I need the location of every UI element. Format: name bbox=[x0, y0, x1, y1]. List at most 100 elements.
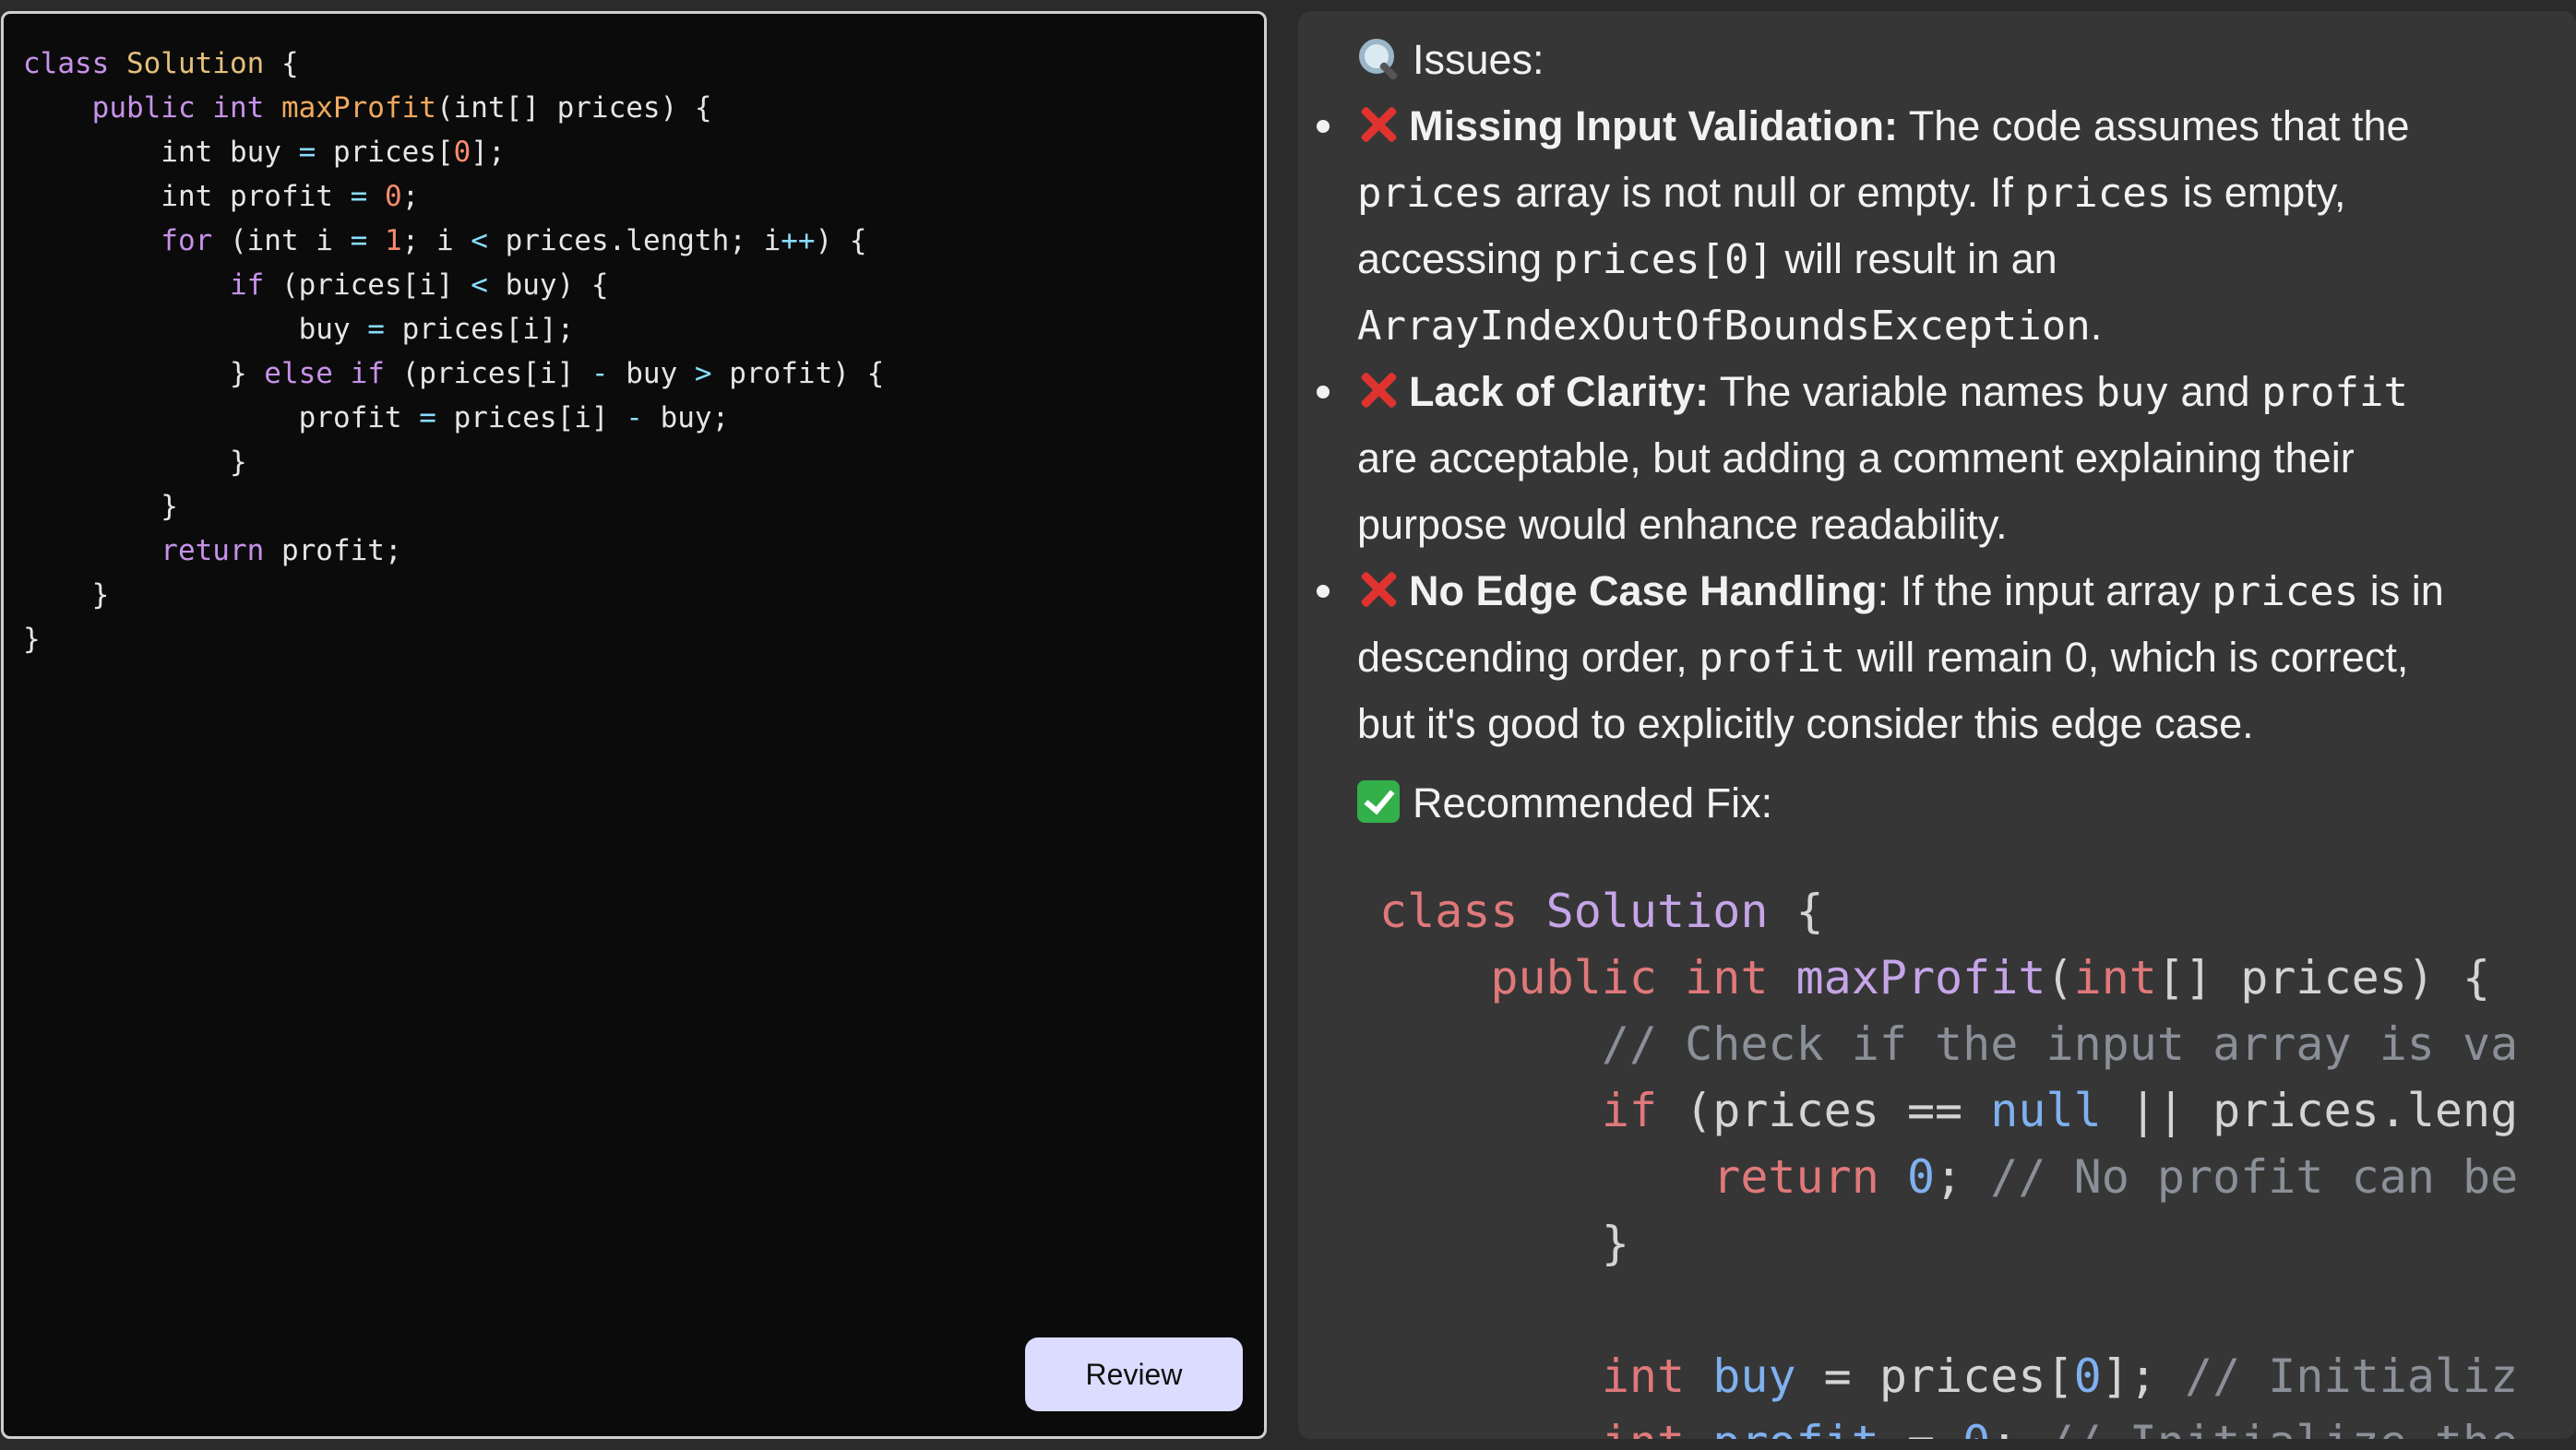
code-token: buy bbox=[608, 357, 695, 390]
code-editor-panel[interactable]: class Solution { public int maxProfit(in… bbox=[1, 11, 1267, 1439]
code-token: class bbox=[23, 47, 126, 80]
fix-code-token: maxProfit bbox=[1795, 951, 2046, 1004]
code-line: buy = prices[i]; bbox=[23, 307, 884, 351]
code-token: public int bbox=[23, 91, 281, 125]
code-line: int buy = prices[0]; bbox=[23, 130, 884, 174]
code-line: class Solution { bbox=[23, 42, 884, 86]
code-token: prices[ bbox=[316, 136, 454, 169]
issue-text-line: purpose would enhance readability. bbox=[1357, 492, 2008, 558]
fix-code-token: // No profit can be m bbox=[1990, 1150, 2517, 1204]
code-token: (int[] prices) { bbox=[435, 91, 712, 125]
code-line: } bbox=[23, 440, 884, 484]
inline-code: profit bbox=[1699, 635, 1846, 682]
issue-text-line: descending order, profit will remain 0, … bbox=[1357, 624, 2408, 692]
magnifier-icon bbox=[1357, 37, 1400, 79]
issue-text: is in bbox=[2358, 567, 2444, 614]
inline-code: prices[0] bbox=[1553, 236, 1774, 283]
code-line: profit = prices[i] - buy; bbox=[23, 396, 884, 440]
fix-code-token: profit bbox=[1712, 1416, 1879, 1439]
code-token: return bbox=[23, 534, 265, 567]
code-token: { bbox=[264, 47, 299, 80]
fix-code-token: // Initialize the m bbox=[2046, 1416, 2518, 1439]
issue-text-line: accessing prices[0] will result in an bbox=[1357, 226, 2057, 293]
issue-text-line: Missing Input Validation: The code assum… bbox=[1357, 93, 2410, 160]
issue-title: No Edge Case Handling bbox=[1409, 567, 1878, 614]
recommended-fix-label: Recommended Fix: bbox=[1413, 779, 1773, 826]
code-token: int buy bbox=[23, 136, 299, 169]
code-line: if (prices[i] < buy) { bbox=[23, 263, 884, 307]
code-token: for bbox=[23, 224, 213, 257]
fix-code-token: buy bbox=[1712, 1349, 1796, 1403]
inline-code: prices bbox=[1357, 170, 1504, 217]
code-token: buy bbox=[23, 313, 368, 346]
code-token: (prices[i] bbox=[384, 357, 591, 390]
bullet-dot bbox=[1317, 120, 1330, 133]
code-token: int profit bbox=[23, 180, 351, 213]
code-token: - bbox=[626, 401, 643, 434]
issue-text: and bbox=[2168, 368, 2262, 415]
code-token: - bbox=[590, 357, 609, 390]
fix-code-token: || prices.length bbox=[2129, 1084, 2517, 1137]
code-token: buy) { bbox=[487, 268, 609, 302]
issue-text: are acceptable, but adding a comment exp… bbox=[1357, 434, 2355, 481]
issue-text-line: are acceptable, but adding a comment exp… bbox=[1357, 425, 2355, 492]
fix-code-token: 0 bbox=[2073, 1349, 2102, 1403]
issue-text: The code assumes that the bbox=[1898, 102, 2410, 149]
code-token: if bbox=[23, 268, 265, 302]
code-line: int profit = 0; bbox=[23, 174, 884, 219]
inline-code: buy bbox=[2095, 369, 2169, 416]
code-token: } bbox=[23, 446, 247, 479]
fix-code-line: return 0; // No profit can be m bbox=[1379, 1144, 2517, 1210]
fix-code-line: } bbox=[1379, 1210, 2517, 1277]
code-editor[interactable]: class Solution { public int maxProfit(in… bbox=[23, 42, 884, 661]
code-token: prices[i] bbox=[435, 401, 626, 434]
code-token: < bbox=[471, 224, 488, 257]
fix-code-token: class bbox=[1379, 885, 1546, 938]
issue-text-line: No Edge Case Handling: If the input arra… bbox=[1357, 558, 2444, 625]
fix-code-token: return bbox=[1379, 1150, 1907, 1204]
code-token: = bbox=[350, 224, 368, 257]
fix-code-line: // Check if the input array is vali bbox=[1379, 1011, 2517, 1077]
cross-mark-icon bbox=[1357, 104, 1398, 145]
issue-text-line: prices array is not null or empty. If pr… bbox=[1357, 160, 2346, 227]
issue-text: : If the input array bbox=[1877, 567, 2212, 614]
issue-text-line: ArrayIndexOutOfBoundsException. bbox=[1357, 292, 2102, 360]
inline-code: prices bbox=[2024, 170, 2172, 217]
issue-text: array is not null or empty. If bbox=[1503, 169, 2025, 216]
fix-code-token: ; bbox=[1935, 1150, 1991, 1204]
code-token: = bbox=[350, 180, 368, 213]
code-token: ; bbox=[401, 180, 420, 213]
fix-code-token: 0 bbox=[1906, 1150, 1936, 1204]
fix-code-token: public int bbox=[1379, 951, 1796, 1004]
code-token: } bbox=[23, 623, 41, 656]
code-token: buy; bbox=[642, 401, 730, 434]
fix-code-token: = bbox=[1879, 1416, 1962, 1439]
code-token: } bbox=[23, 578, 110, 612]
code-line: public int maxProfit(int[] prices) { bbox=[23, 86, 884, 130]
code-token: ; i bbox=[401, 224, 471, 257]
fix-code-token: // Check if the input array is vali bbox=[1379, 1017, 2517, 1071]
fix-code-token: int bbox=[1379, 1349, 1713, 1403]
code-line: } bbox=[23, 484, 884, 529]
code-token: ++ bbox=[781, 224, 816, 257]
code-line: } bbox=[23, 573, 884, 617]
fix-code-token: Solution bbox=[1545, 885, 1769, 938]
issues-heading: Issues: bbox=[1357, 27, 1544, 93]
code-token: } bbox=[23, 357, 265, 390]
fix-code-line: int profit = 0; // Initialize the m bbox=[1379, 1409, 2517, 1439]
code-line: } bbox=[23, 617, 884, 661]
inline-code: prices bbox=[2212, 568, 2359, 615]
fix-code-line: public int maxProfit(int[] prices) { bbox=[1379, 945, 2517, 1011]
code-line: } else if (prices[i] - buy > profit) { bbox=[23, 351, 884, 396]
code-token: } bbox=[23, 490, 178, 523]
review-button[interactable]: Review bbox=[1025, 1337, 1243, 1411]
fix-code-token: int bbox=[1379, 1416, 1712, 1439]
fix-code-token: (prices == bbox=[1657, 1084, 1991, 1137]
recommended-fix-code-block: class Solution { public int maxProfit(in… bbox=[1379, 878, 2517, 1439]
fix-code-token: ( bbox=[2045, 951, 2074, 1004]
fix-code-line: if (prices == null || prices.length bbox=[1379, 1077, 2517, 1144]
issue-text: The variable names bbox=[1709, 368, 2096, 415]
code-token: (int i bbox=[212, 224, 351, 257]
code-token: profit; bbox=[264, 534, 402, 567]
